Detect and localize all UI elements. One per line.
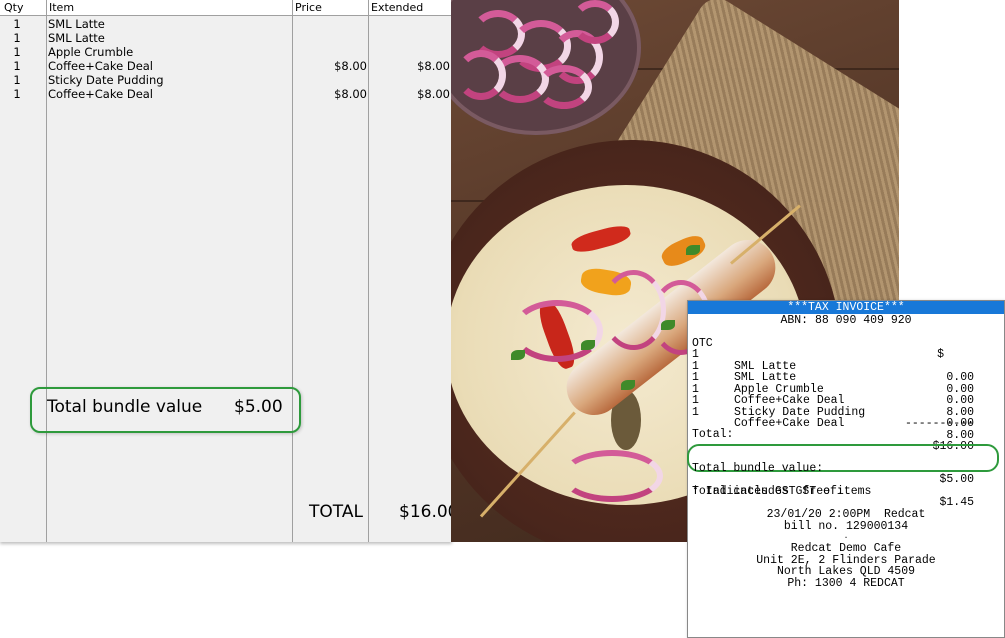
onion-slice — [536, 65, 592, 109]
receipt-bundle-row: Total bundle value: $5.00 — [692, 451, 974, 485]
receipt-abn: ABN: 88 090 409 920 — [780, 314, 912, 327]
receipt-title: ***TAX INVOICE*** — [688, 301, 1004, 314]
receipt-line-item: 1 SML Latte 0.00 — [692, 349, 974, 394]
row-qty: 1 — [13, 31, 21, 45]
row-qty: 1 — [13, 17, 21, 31]
receipt-line-item: 1 Coffee+Cake Deal 8.00 — [692, 372, 974, 417]
receipt-phone: Ph: 1300 4 REDCAT — [787, 576, 905, 590]
receipt-header-row: OTC $ — [692, 326, 974, 360]
grid-header: Qty Item Price Extended — [0, 0, 452, 16]
cilantro-leaf — [581, 340, 595, 350]
order-grid: Qty Item Price Extended 1 SML Latte 1 SM… — [0, 0, 452, 542]
table-row[interactable]: 1 Sticky Date Pudding — [0, 73, 452, 87]
receipt-total-label: Total: — [692, 428, 734, 441]
column-header-qty[interactable]: Qty — [0, 0, 23, 15]
cilantro-leaf — [661, 320, 675, 330]
table-row[interactable]: 1 Coffee+Cake Deal $8.00 $8.00 — [0, 59, 452, 73]
row-item: Coffee+Cake Deal — [48, 87, 154, 101]
receipt-store-name: Redcat Demo Cafe — [790, 542, 902, 555]
table-row[interactable]: 1 SML Latte — [0, 17, 452, 31]
row-extended: $8.00 — [417, 59, 450, 73]
cilantro-leaf — [511, 350, 525, 360]
row-item: Apple Crumble — [48, 45, 134, 59]
column-header-item[interactable]: Item — [45, 0, 74, 15]
row-item: Sticky Date Pudding — [48, 73, 164, 87]
cilantro-leaf — [686, 245, 700, 255]
row-qty: 1 — [13, 45, 21, 59]
row-item: SML Latte — [48, 17, 105, 31]
bundle-value-amount: $5.00 — [234, 397, 283, 417]
row-qty: 1 — [13, 73, 21, 87]
receipt-address-line2: North Lakes QLD 4509 — [776, 565, 916, 578]
onion-slice — [456, 50, 506, 100]
cilantro-leaf — [621, 380, 635, 390]
onion-bowl — [451, 0, 641, 135]
column-header-price[interactable]: Price — [291, 0, 322, 15]
row-extended: $8.00 — [417, 87, 450, 101]
onion-slice — [571, 0, 619, 44]
tax-invoice-receipt: ***TAX INVOICE*** ABN: 88 090 409 920 OT… — [687, 300, 1005, 638]
receipt-bundle-label: Total bundle value: — [692, 461, 824, 475]
onion-ring — [561, 450, 663, 502]
grid-rows: 1 SML Latte 1 SML Latte 1 Apple Crumble … — [0, 17, 452, 101]
total-label: TOTAL — [309, 502, 363, 522]
row-qty: 1 — [13, 87, 21, 101]
row-item: Coffee+Cake Deal — [48, 59, 154, 73]
receipt-total-row: Total: $16.00 — [692, 418, 974, 452]
row-qty: 1 — [13, 59, 21, 73]
row-price: $8.00 — [334, 59, 367, 73]
table-row[interactable]: 1 Apple Crumble — [0, 45, 452, 59]
bundle-value-label: Total bundle value — [47, 397, 203, 417]
receipt-datetime: 23/01/20 2:00PM Redcat — [766, 508, 926, 521]
receipt-separator-row: ---------- — [692, 406, 974, 428]
receipt-line-item: 1 Apple Crumble 0.00 — [692, 361, 974, 406]
column-header-extended[interactable]: Extended — [367, 0, 423, 15]
total-value: $16.00 — [399, 502, 452, 522]
receipt-gst-row: Total includes GST of: $1.45 — [692, 474, 974, 508]
receipt-dot: . — [843, 532, 849, 541]
table-row[interactable]: 1 SML Latte — [0, 31, 452, 45]
receipt-line-item: 1 Coffee+Cake Deal 8.00 — [692, 395, 974, 440]
receipt-gst-value: $1.45 — [939, 496, 974, 509]
row-item: SML Latte — [48, 31, 105, 45]
row-price: $8.00 — [334, 87, 367, 101]
receipt-line-item: 1 Sticky Date Pudding 0.00 — [692, 384, 974, 429]
receipt-gst-note: * Indicates GST free items — [692, 484, 872, 498]
receipt-line-item: 1 SML Latte 0.00 — [692, 338, 974, 383]
table-row[interactable]: 1 Coffee+Cake Deal $8.00 $8.00 — [0, 87, 452, 101]
